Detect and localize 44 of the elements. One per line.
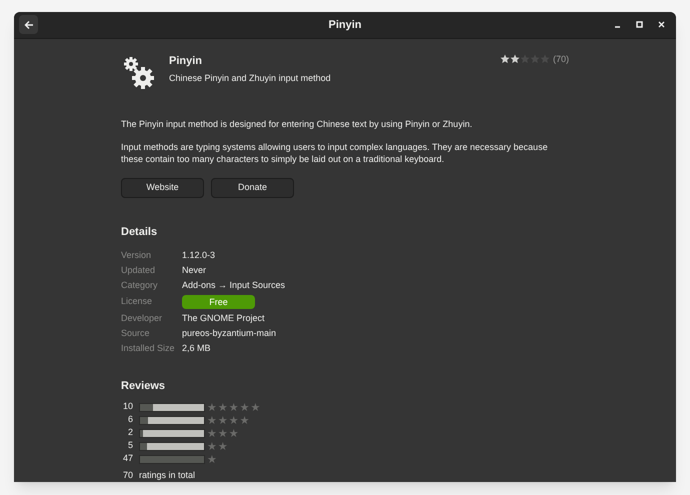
website-button[interactable]: Website [121, 178, 204, 198]
star-icon [510, 54, 520, 64]
detail-value: Add-ons → Input Sources [182, 278, 286, 292]
star-level-label: ★★★ [207, 428, 240, 438]
donate-button[interactable]: Donate [211, 178, 294, 198]
review-count: 6 [126, 413, 133, 426]
detail-label: Installed Size [121, 342, 176, 355]
review-count: 10 [122, 400, 133, 414]
ratings-total-label: ratings in total [139, 468, 196, 482]
star-level-label: ★★★★★ [207, 402, 262, 412]
description-paragraph: Input methods are typing systems allowing users to input complex languages. They are necessary because these contain too many characters to simply be laid out on a traditional keyboard. [121, 140, 549, 164]
rating-count: (70) [552, 52, 569, 66]
detail-label: License [121, 295, 154, 308]
detail-value: 2,6 MB [182, 342, 211, 355]
detail-label: Developer [121, 312, 164, 325]
review-count: 2 [126, 426, 133, 440]
detail-value: pureos-byzantium-main [182, 326, 276, 340]
close-icon [658, 21, 665, 28]
app-name: Pinyin [169, 54, 204, 68]
star-level-label: ★★★★ [207, 414, 250, 426]
section-heading: Reviews [121, 379, 166, 394]
star-icon [520, 54, 530, 64]
description-paragraph: The Pinyin input method is designed for entering Chinese text by using Pinyin or Zhuyin. [121, 118, 474, 130]
detail-value: 1.12.0-3 [182, 248, 216, 262]
detail-label: Category [121, 278, 159, 292]
detail-value: The GNOME Project [182, 312, 265, 325]
detail-label: Version [121, 248, 152, 262]
maximize-icon [636, 21, 643, 28]
back-button[interactable] [19, 15, 38, 34]
back-arrow-icon [24, 20, 34, 30]
detail-value: Never [182, 264, 206, 277]
star-level-label: ★ [207, 454, 218, 464]
app-summary: Chinese Pinyin and Zhuyin input method [169, 72, 332, 85]
detail-label: Updated [121, 264, 156, 277]
detail-label: Source [121, 326, 151, 340]
section-heading: Details [121, 224, 158, 240]
license-badge: Free [182, 295, 255, 309]
star-level-label: ★★ [207, 440, 229, 452]
ratings-total-count: 70 [122, 468, 133, 482]
gears-icon [121, 54, 157, 90]
review-count: 5 [126, 439, 133, 452]
window-title: Pinyin [328, 18, 362, 32]
star-icon [500, 54, 510, 64]
review-count: 47 [122, 452, 133, 466]
